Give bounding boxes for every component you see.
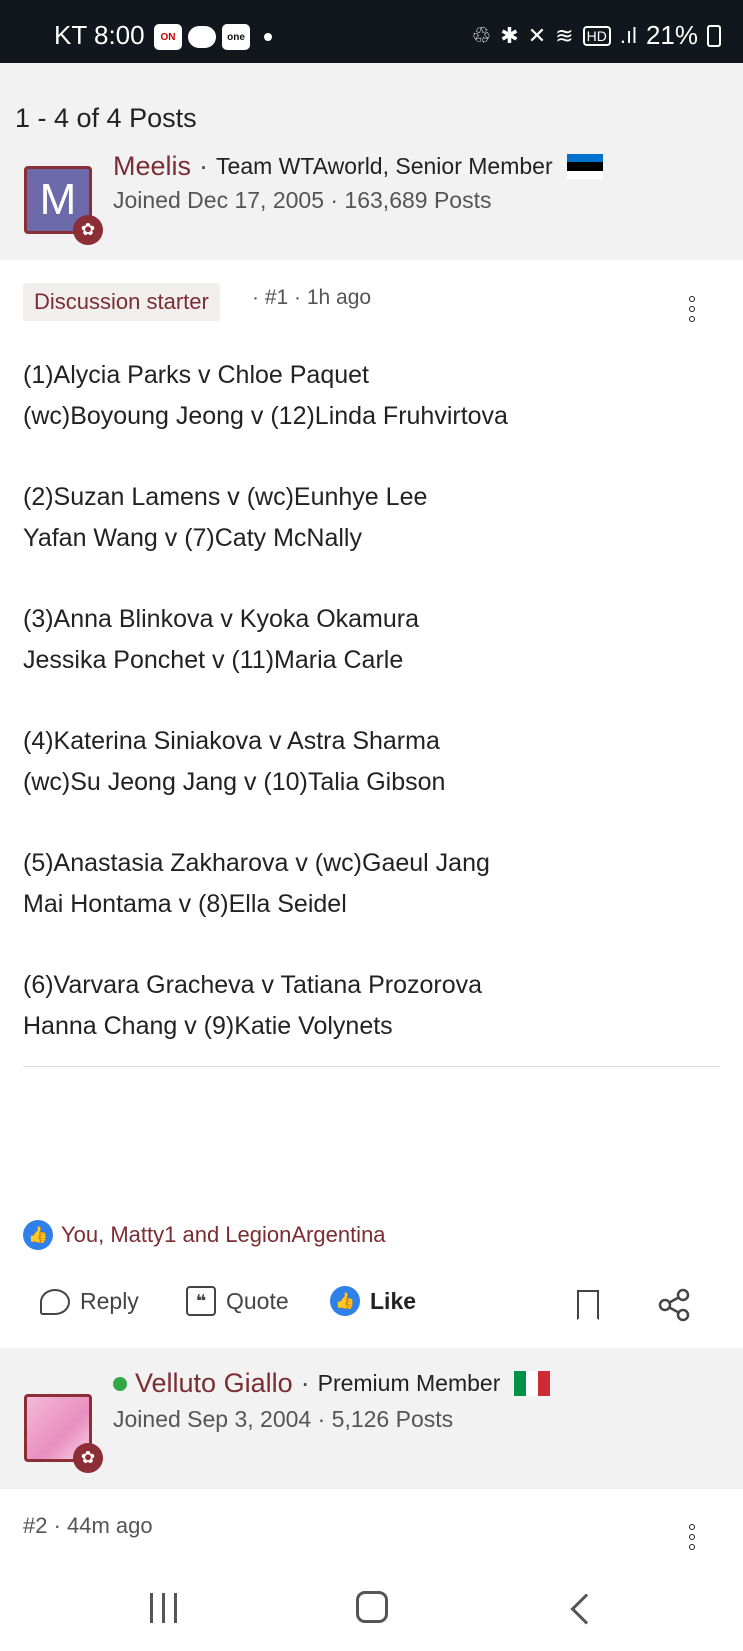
bookmark-icon[interactable] <box>577 1290 599 1320</box>
author-name[interactable]: Meelis <box>113 151 191 182</box>
discussion-starter-badge: Discussion starter <box>23 283 220 321</box>
post-header: ✿ Velluto Giallo · Premium Member Joined… <box>0 1348 743 1489</box>
avatar[interactable]: M ✿ <box>24 166 103 245</box>
joined-info: Joined Sep 3, 2004 · 5,126 Posts <box>113 1406 454 1432</box>
post-line: (1)Alycia Parks v Chloe Paquet <box>23 361 369 389</box>
likes-names: You, Matty1 and LegionArgentina <box>61 1222 386 1247</box>
status-time: KT 8:00 <box>54 20 145 50</box>
likes-summary[interactable]: 👍 You, Matty1 and LegionArgentina <box>23 1220 386 1250</box>
post-line: (wc)Su Jeong Jang v (10)Talia Gibson <box>23 768 446 796</box>
reply-label: Reply <box>80 1288 139 1314</box>
signal-icon: .ıl <box>619 22 637 48</box>
separator: · <box>300 1368 310 1398</box>
post-meta[interactable]: #2 · 44m ago <box>23 1513 153 1539</box>
post-divider <box>23 1066 720 1067</box>
post-meta[interactable]: · #1 · 1h ago <box>252 286 371 310</box>
news-app-icon: ON <box>154 24 182 50</box>
battery-percent: 21% <box>645 20 698 50</box>
hd-icon: HD <box>582 25 611 46</box>
post-line: (6)Varvara Gracheva v Tatiana Prozorova <box>23 971 483 999</box>
bluetooth-icon: ✱ <box>500 22 519 48</box>
wifi-icon: ≋ <box>555 22 574 48</box>
member-star-icon: ✿ <box>73 1443 103 1473</box>
battery-icon <box>707 24 721 47</box>
post-count: 1 - 4 of 4 Posts <box>15 103 197 133</box>
system-icons: ♲ ✱ ✕ ≋ HD .ıl 21% <box>472 20 721 51</box>
member-star-icon: ✿ <box>73 215 103 245</box>
post-actions: Reply ❝ Quote 👍 Like <box>0 1278 743 1338</box>
share-icon[interactable] <box>657 1288 691 1322</box>
avatar[interactable]: ✿ <box>24 1394 103 1473</box>
author-line: Meelis · Team WTAworld, Senior Member <box>113 151 603 182</box>
more-options-icon[interactable] <box>684 1524 700 1550</box>
author-line: Velluto Giallo · Premium Member <box>113 1368 551 1399</box>
like-button[interactable]: 👍 Like <box>330 1286 416 1316</box>
mute-icon: ✕ <box>527 22 547 48</box>
messenger-icon <box>188 26 216 48</box>
estonia-flag-icon <box>566 154 603 179</box>
thumbs-up-icon: 👍 <box>330 1286 360 1316</box>
like-label: Like <box>370 1287 417 1314</box>
quote-button[interactable]: ❝ Quote <box>186 1286 289 1316</box>
status-bar: KT 8:00 ON one ♲ ✱ ✕ ≋ HD .ıl 21% <box>0 0 743 63</box>
more-notifications-icon <box>264 33 272 41</box>
post-line: (5)Anastasia Zakharova v (wc)Gaeul Jang <box>23 849 490 877</box>
notification-icons: ON one <box>154 24 272 50</box>
post-content: (1)Alycia Parks v Chloe Paquet (wc)Boyou… <box>23 355 508 1047</box>
home-icon[interactable] <box>356 1591 388 1623</box>
quote-label: Quote <box>226 1287 289 1314</box>
author-name[interactable]: Velluto Giallo <box>135 1368 293 1399</box>
thumbs-up-icon: 👍 <box>23 1220 53 1250</box>
quote-icon: ❝ <box>186 1286 216 1316</box>
separator: · <box>199 151 209 181</box>
more-options-icon[interactable] <box>684 296 700 322</box>
avatar-letter: M <box>39 175 77 224</box>
reply-button[interactable]: Reply <box>40 1288 139 1315</box>
reply-icon <box>40 1288 70 1315</box>
post-line: (wc)Boyoung Jeong v (12)Linda Fruhvirtov… <box>23 402 508 430</box>
post-line: Jessika Ponchet v (11)Maria Carle <box>23 646 404 674</box>
post-line: (4)Katerina Siniakova v Astra Sharma <box>23 727 440 755</box>
joined-info: Joined Dec 17, 2005 · 163,689 Posts <box>113 187 492 213</box>
post-line: Yafan Wang v (7)Caty McNally <box>23 524 362 552</box>
data-saver-icon: ♲ <box>471 22 492 48</box>
post-line: (2)Suzan Lamens v (wc)Eunhye Lee <box>23 483 428 511</box>
back-icon[interactable] <box>570 1593 602 1625</box>
italy-flag-icon <box>514 1371 551 1396</box>
member-role: Team WTAworld, Senior Member <box>216 153 553 179</box>
post-header: 1 - 4 of 4 Posts M ✿ Meelis · Team WTAwo… <box>0 63 743 260</box>
post-line: Hanna Chang v (9)Katie Volynets <box>23 1012 393 1040</box>
one-app-icon: one <box>222 24 250 50</box>
post-line: Mai Hontama v (8)Ella Seidel <box>23 890 347 918</box>
member-role: Premium Member <box>317 1370 501 1396</box>
post-line: (3)Anna Blinkova v Kyoka Okamura <box>23 605 420 633</box>
system-nav-bar <box>0 1570 743 1651</box>
recent-apps-icon[interactable] <box>150 1593 177 1623</box>
online-status-icon <box>113 1376 127 1391</box>
